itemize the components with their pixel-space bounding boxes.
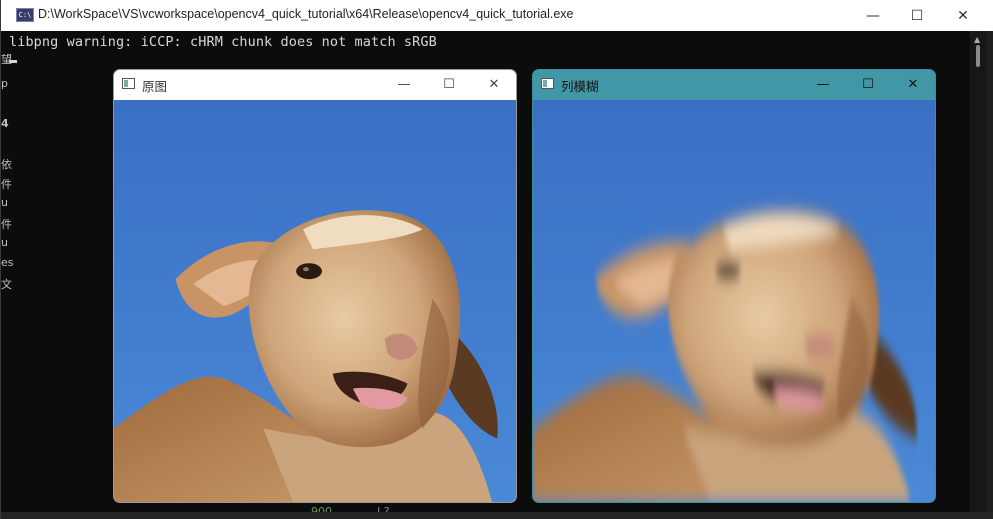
background-fragment: u [1, 196, 8, 209]
maximize-button[interactable]: ☐ [894, 0, 940, 31]
minimize-button[interactable]: — [382, 70, 426, 99]
original-image[interactable] [114, 99, 516, 503]
close-button[interactable]: ✕ [940, 0, 986, 31]
console-titlebar[interactable]: C:\ D:\WorkSpace\VS\vcworkspace\opencv4_… [1, 0, 993, 31]
window-titlebar[interactable]: 列模糊 — ☐ ✕ [533, 70, 935, 99]
image-window-icon [122, 78, 135, 89]
console-title: D:\WorkSpace\VS\vcworkspace\opencv4_quic… [38, 7, 574, 21]
close-button[interactable]: ✕ [472, 70, 516, 99]
window-title: 列模糊 [561, 79, 599, 94]
image-window-icon [541, 78, 554, 89]
console-scrollbar[interactable]: ▲ [970, 31, 987, 513]
background-fragment: es [1, 256, 14, 269]
background-fragment: p [1, 77, 8, 90]
scroll-thumb[interactable] [976, 45, 980, 67]
background-window-edge [987, 31, 993, 519]
background-fragment: 4 [1, 117, 9, 130]
maximize-button[interactable]: ☐ [846, 70, 890, 99]
background-window-edge [1, 512, 993, 519]
minimize-button[interactable]: — [801, 70, 845, 99]
blurred-image[interactable] [533, 99, 935, 503]
original-image-window: 原图 — ☐ ✕ [113, 69, 517, 503]
minimize-button[interactable]: — [850, 0, 896, 31]
blurred-image-window: 列模糊 — ☐ ✕ [532, 69, 936, 503]
background-fragment: 文 [1, 278, 12, 291]
maximize-button[interactable]: ☐ [427, 70, 471, 99]
close-button[interactable]: ✕ [891, 70, 935, 99]
background-fragment: u [1, 236, 8, 249]
console-output-line: libpng warning: iCCP: cHRM chunk does no… [9, 34, 437, 50]
background-fragment: 依 [1, 158, 12, 171]
background-fragment: 件 [1, 218, 12, 231]
window-title: 原图 [142, 79, 168, 94]
console-app-icon: C:\ [16, 8, 34, 22]
scroll-up-icon[interactable]: ▲ [974, 35, 980, 44]
window-titlebar[interactable]: 原图 — ☐ ✕ [114, 70, 516, 99]
background-fragment: 件 [1, 178, 12, 191]
background-fragment: 望 [1, 53, 12, 66]
